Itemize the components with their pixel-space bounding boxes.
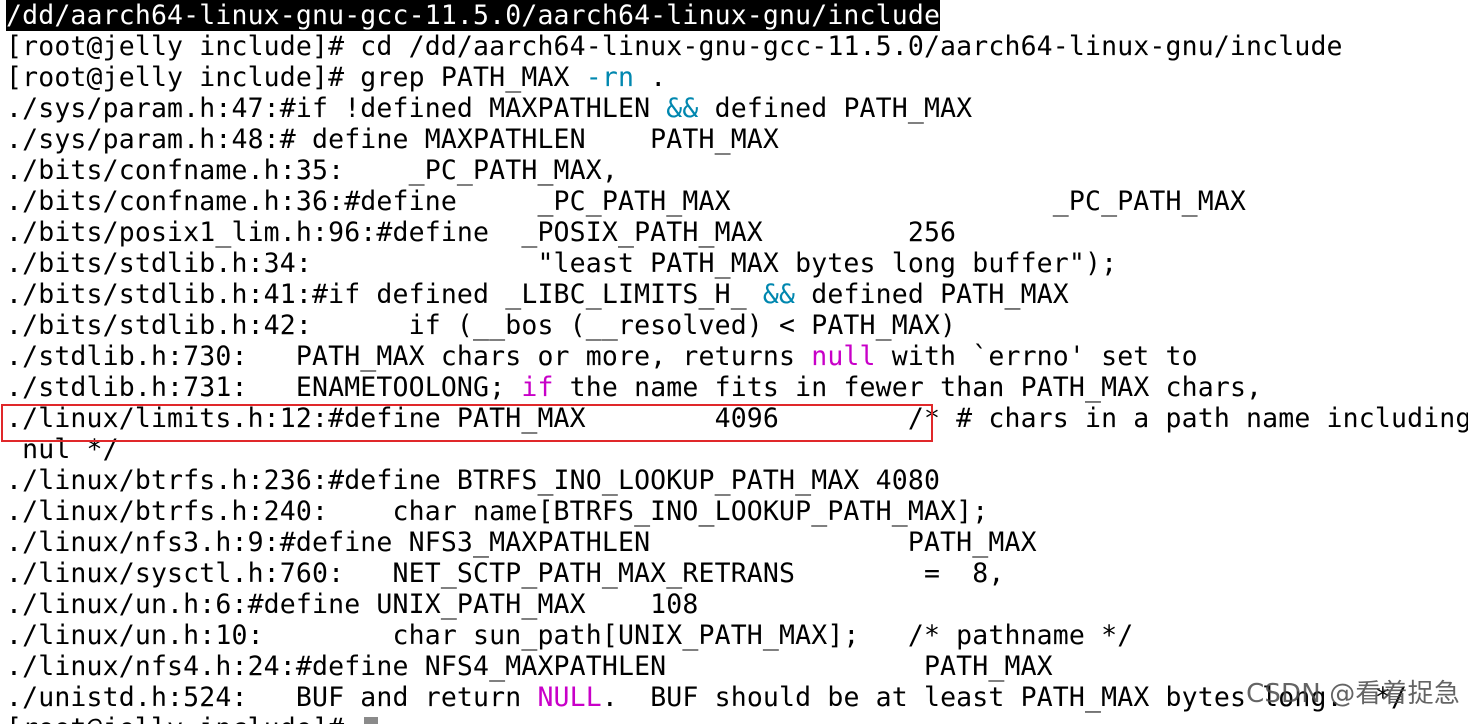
terminal-text-keyword: && xyxy=(666,93,699,124)
terminal-line: ./linux/un.h:10: char sun_path[UNIX_PATH… xyxy=(6,620,1133,651)
terminal-line: [root@jelly include]# xyxy=(6,713,379,724)
terminal-line: ./sys/param.h:47:#if !defined MAXPATHLEN… xyxy=(6,93,972,124)
terminal-text: defined PATH_MAX xyxy=(698,93,973,124)
terminal-text: . xyxy=(634,62,667,93)
terminal-text: ./linux/un.h:10: char sun_path[UNIX_PATH… xyxy=(6,620,1134,651)
terminal-text-selected: /dd/aarch64-linux-gnu-gcc-11.5.0/aarch64… xyxy=(6,0,941,31)
terminal-text: with `errno' set to xyxy=(875,341,1198,372)
watermark: CSDN @看着捉急 xyxy=(1246,679,1460,709)
terminal-text: the name fits in fewer than PATH_MAX cha… xyxy=(553,372,1263,403)
terminal-text-keyword: && xyxy=(762,279,796,310)
terminal-text: ./bits/confname.h:36:#define _PC_PATH_MA… xyxy=(6,186,1247,217)
terminal-line: ./linux/un.h:6:#define UNIX_PATH_MAX 108 xyxy=(6,589,699,620)
highlight-box xyxy=(1,404,933,442)
terminal-text: [root@jelly include]# grep PATH_MAX xyxy=(6,62,586,93)
terminal-text: ./linux/nfs4.h:24:#define NFS4_MAXPATHLE… xyxy=(6,651,1053,682)
terminal-line: ./sys/param.h:48:# define MAXPATHLEN PAT… xyxy=(6,124,779,155)
terminal-line: ./linux/btrfs.h:240: char name[BTRFS_INO… xyxy=(6,496,988,527)
terminal-text: [root@jelly include]# xyxy=(6,713,360,724)
terminal-line: ./bits/confname.h:35: _PC_PATH_MAX, xyxy=(6,155,618,186)
terminal-line: ./unistd.h:524: BUF and return NULL. BUF… xyxy=(6,682,1407,713)
terminal-text-magenta: if xyxy=(521,372,554,403)
terminal-text: ./linux/un.h:6:#define UNIX_PATH_MAX 108 xyxy=(6,589,699,620)
terminal-window[interactable]: /dd/aarch64-linux-gnu-gcc-11.5.0/aarch64… xyxy=(0,0,1468,724)
terminal-line: ./stdlib.h:731: ENAMETOOLONG; if the nam… xyxy=(6,372,1262,403)
terminal-text: [root@jelly include]# cd /dd/aarch64-lin… xyxy=(6,31,1343,62)
terminal-text: ./linux/btrfs.h:236:#define BTRFS_INO_LO… xyxy=(6,465,941,496)
terminal-text: ./bits/stdlib.h:34: "least PATH_MAX byte… xyxy=(6,248,1118,279)
terminal-line: ./bits/stdlib.h:41:#if defined _LIBC_LIM… xyxy=(6,279,1069,310)
terminal-line: ./stdlib.h:730: PATH_MAX chars or more, … xyxy=(6,341,1198,372)
terminal-text: ./stdlib.h:731: ENAMETOOLONG; xyxy=(6,372,522,403)
terminal-text-keyword: -rn xyxy=(585,62,635,93)
terminal-text-magenta: null xyxy=(811,341,876,372)
terminal-line: ./bits/posix1_lim.h:96:#define _POSIX_PA… xyxy=(6,217,956,248)
terminal-text: ./linux/nfs3.h:9:#define NFS3_MAXPATHLEN… xyxy=(6,527,1037,558)
terminal-text: ./stdlib.h:730: PATH_MAX chars or more, … xyxy=(6,341,812,372)
terminal-text: ./linux/btrfs.h:240: char name[BTRFS_INO… xyxy=(6,496,989,527)
terminal-line: ./bits/stdlib.h:42: if (__bos (__resolve… xyxy=(6,310,956,341)
terminal-text-magenta: NULL xyxy=(537,682,602,713)
terminal-text: ./bits/stdlib.h:42: if (__bos (__resolve… xyxy=(6,310,957,341)
terminal-text: ./unistd.h:524: BUF and return xyxy=(6,682,538,713)
terminal-text: defined PATH_MAX xyxy=(795,279,1069,310)
terminal-text: ./sys/param.h:47:#if !defined MAXPATHLEN xyxy=(6,93,667,124)
terminal-line: ./bits/stdlib.h:34: "least PATH_MAX byte… xyxy=(6,248,1117,279)
terminal-line: [root@jelly include]# cd /dd/aarch64-lin… xyxy=(6,31,1343,62)
terminal-line: /dd/aarch64-linux-gnu-gcc-11.5.0/aarch64… xyxy=(6,0,941,31)
terminal-line: ./bits/confname.h:36:#define _PC_PATH_MA… xyxy=(6,186,1246,217)
terminal-text: ./bits/confname.h:35: _PC_PATH_MAX, xyxy=(6,155,618,186)
terminal-line: ./linux/nfs3.h:9:#define NFS3_MAXPATHLEN… xyxy=(6,527,1037,558)
terminal-text: ./bits/stdlib.h:41:#if defined _LIBC_LIM… xyxy=(6,279,763,310)
terminal-line: ./linux/sysctl.h:760: NET_SCTP_PATH_MAX_… xyxy=(6,558,1004,589)
cursor xyxy=(364,717,379,724)
terminal-text: ./sys/param.h:48:# define MAXPATHLEN PAT… xyxy=(6,124,780,155)
terminal-line: [root@jelly include]# grep PATH_MAX -rn … xyxy=(6,62,666,93)
terminal-text: ./bits/posix1_lim.h:96:#define _POSIX_PA… xyxy=(6,217,957,248)
terminal-text: ./linux/sysctl.h:760: NET_SCTP_PATH_MAX_… xyxy=(6,558,1005,589)
terminal-line: ./linux/nfs4.h:24:#define NFS4_MAXPATHLE… xyxy=(6,651,1053,682)
terminal-line: ./linux/btrfs.h:236:#define BTRFS_INO_LO… xyxy=(6,465,940,496)
